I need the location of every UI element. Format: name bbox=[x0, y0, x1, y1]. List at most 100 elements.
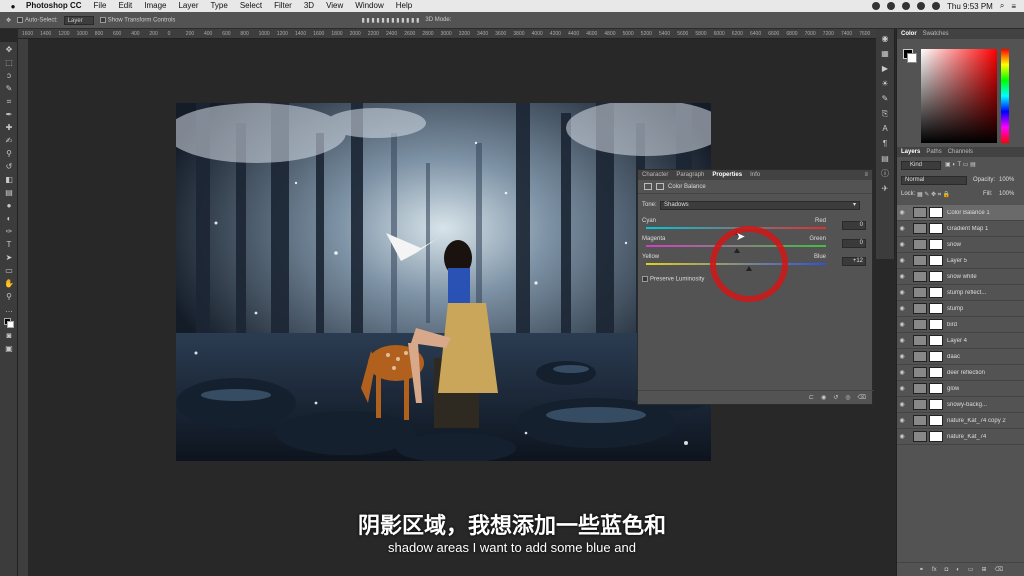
tab-info[interactable]: Info bbox=[750, 172, 760, 178]
search-icon[interactable]: ⌕ bbox=[1000, 1, 1004, 11]
wifi-icon[interactable] bbox=[902, 2, 911, 10]
volume-icon[interactable] bbox=[917, 2, 926, 10]
layer-row[interactable]: ◉ daac bbox=[897, 349, 1024, 365]
layer-row[interactable]: ◉ snow white bbox=[897, 269, 1024, 285]
tab-paragraph[interactable]: Paragraph bbox=[676, 172, 704, 178]
quick-mask-icon[interactable]: ◙ bbox=[3, 330, 15, 341]
info-icon[interactable]: ⓘ bbox=[880, 169, 890, 179]
eye-icon[interactable]: ◉ bbox=[897, 353, 907, 360]
layer-row[interactable]: ◉ nature_Kat_74 copy 2 bbox=[897, 413, 1024, 429]
adjustments-icon[interactable]: ☀ bbox=[880, 79, 890, 89]
menu-layer[interactable]: Layer bbox=[172, 0, 204, 12]
zoom-icon[interactable]: ⚲ bbox=[3, 291, 15, 302]
slider-value-input[interactable]: +12 bbox=[842, 257, 866, 266]
clock[interactable]: Thu 9:53 PM bbox=[947, 2, 993, 11]
color-picker-field[interactable] bbox=[921, 49, 997, 143]
layer-row[interactable]: ◉ glow bbox=[897, 381, 1024, 397]
menu-select[interactable]: Select bbox=[234, 0, 268, 12]
fill-value[interactable]: 100% bbox=[999, 191, 1014, 197]
menu-help[interactable]: Help bbox=[390, 0, 418, 12]
clip-icon[interactable]: ⊏ bbox=[809, 394, 814, 401]
eye-icon[interactable]: ◉ bbox=[897, 241, 907, 248]
app-menu[interactable]: Photoshop CC bbox=[20, 0, 88, 12]
menu-image[interactable]: Image bbox=[138, 0, 172, 12]
brush-icon[interactable]: ✍ bbox=[3, 135, 15, 146]
tool-presets-icon[interactable]: ✈ bbox=[880, 184, 890, 194]
tab-paths[interactable]: Paths bbox=[926, 149, 941, 155]
layer-row[interactable]: ◉ nature_Kat_74 bbox=[897, 429, 1024, 445]
layer-row[interactable]: ◉ snow bbox=[897, 237, 1024, 253]
slider-value-input[interactable]: 0 bbox=[842, 239, 866, 248]
auto-select-checkbox[interactable]: Auto-Select: bbox=[17, 16, 58, 23]
eye-icon[interactable]: ◉ bbox=[897, 289, 907, 296]
transform-controls-checkbox[interactable]: Show Transform Controls bbox=[99, 16, 175, 23]
tab-character[interactable]: Character bbox=[642, 172, 668, 178]
pen-icon[interactable]: ✑ bbox=[3, 226, 15, 237]
new-layer-icon[interactable]: ⊞ bbox=[982, 566, 987, 573]
play-icon[interactable]: ▶ bbox=[880, 64, 890, 74]
tab-color[interactable]: Color bbox=[901, 31, 917, 37]
panel-menu-icon[interactable]: ≡ bbox=[864, 172, 868, 178]
eye-icon[interactable]: ◉ bbox=[897, 417, 907, 424]
move-tool-icon[interactable]: ✥ bbox=[6, 17, 11, 24]
history-brush-icon[interactable]: ↺ bbox=[3, 161, 15, 172]
menu-list-icon[interactable]: ≡ bbox=[1011, 2, 1016, 11]
mask-icon[interactable] bbox=[656, 183, 664, 190]
eye-icon[interactable]: ◉ bbox=[897, 433, 907, 440]
more-tools-icon[interactable]: … bbox=[3, 304, 15, 315]
eye-icon[interactable]: ◉ bbox=[897, 337, 907, 344]
preserve-luminosity-checkbox[interactable]: Preserve Luminosity bbox=[642, 276, 704, 283]
tab-properties[interactable]: Properties bbox=[712, 172, 742, 178]
visibility-icon[interactable]: ◎ bbox=[845, 394, 850, 401]
new-group-icon[interactable]: ▭ bbox=[968, 566, 974, 573]
path-select-icon[interactable]: ➤ bbox=[3, 252, 15, 263]
align-icons[interactable]: ▮ ▮ ▮ ▮ ▮ ▮ ▮ ▮ ▮ ▮ ▮ ▮ bbox=[361, 17, 419, 24]
dropbox-icon[interactable] bbox=[872, 2, 881, 10]
eyedropper-icon[interactable]: ✒ bbox=[3, 109, 15, 120]
dodge-icon[interactable]: ◐ bbox=[3, 213, 15, 224]
screen-mode-icon[interactable]: ▣ bbox=[3, 343, 15, 354]
tab-swatches[interactable]: Swatches bbox=[923, 31, 949, 37]
eye-icon[interactable]: ◉ bbox=[897, 401, 907, 408]
eye-icon[interactable]: ◉ bbox=[897, 273, 907, 280]
hand-icon[interactable]: ✋ bbox=[3, 278, 15, 289]
paragraph-icon[interactable]: ¶ bbox=[880, 139, 890, 149]
swatches-icon[interactable]: ▦ bbox=[880, 49, 890, 59]
eye-icon[interactable]: ◉ bbox=[897, 321, 907, 328]
slider-value-input[interactable]: 0 bbox=[842, 221, 866, 230]
color-icon[interactable]: ◉ bbox=[880, 34, 890, 44]
brush-panel-icon[interactable]: ✎ bbox=[880, 94, 890, 104]
fx-icon[interactable]: fx bbox=[932, 567, 937, 573]
layer-row[interactable]: ◉ Color Balance 1 bbox=[897, 205, 1024, 221]
properties-icon[interactable]: ▤ bbox=[880, 154, 890, 164]
eye-icon[interactable]: ◉ bbox=[897, 209, 907, 216]
apple-icon[interactable]: ● bbox=[6, 2, 20, 11]
layer-row[interactable]: ◉ Layer 4 bbox=[897, 333, 1024, 349]
view-previous-icon[interactable]: ◉ bbox=[821, 394, 826, 401]
layer-row[interactable]: ◉ Gradient Map 1 bbox=[897, 221, 1024, 237]
color-swatches-icon[interactable] bbox=[3, 317, 15, 328]
quick-select-icon[interactable]: ✎ bbox=[3, 83, 15, 94]
layer-row[interactable]: ◉ snowy-backg... bbox=[897, 397, 1024, 413]
tab-channels[interactable]: Channels bbox=[948, 149, 973, 155]
marquee-icon[interactable]: ⬚ bbox=[3, 57, 15, 68]
crop-icon[interactable]: ⌗ bbox=[3, 96, 15, 107]
layer-filter-dropdown[interactable]: Kind bbox=[901, 161, 941, 170]
auto-select-dropdown[interactable]: Layer bbox=[63, 15, 94, 25]
eye-icon[interactable]: ◉ bbox=[897, 257, 907, 264]
blur-icon[interactable]: ● bbox=[3, 200, 15, 211]
eye-icon[interactable]: ◉ bbox=[897, 225, 907, 232]
link-icon[interactable]: ⚭ bbox=[919, 566, 924, 573]
type-icon[interactable]: T bbox=[3, 239, 15, 250]
clone-icon[interactable]: ⎘ bbox=[880, 109, 890, 119]
new-adjustment-icon[interactable]: ◐ bbox=[956, 567, 960, 573]
eye-icon[interactable]: ◉ bbox=[897, 305, 907, 312]
menu-file[interactable]: File bbox=[88, 0, 113, 12]
menu-view[interactable]: View bbox=[320, 0, 349, 12]
menu-3d[interactable]: 3D bbox=[298, 0, 320, 12]
menu-edit[interactable]: Edit bbox=[112, 0, 138, 12]
filter-icons[interactable]: ▣ ◐ T ▭ ▤ bbox=[945, 161, 976, 168]
menu-filter[interactable]: Filter bbox=[268, 0, 298, 12]
trash-icon[interactable]: ⌫ bbox=[858, 394, 866, 401]
opacity-value[interactable]: 100% bbox=[999, 177, 1014, 183]
